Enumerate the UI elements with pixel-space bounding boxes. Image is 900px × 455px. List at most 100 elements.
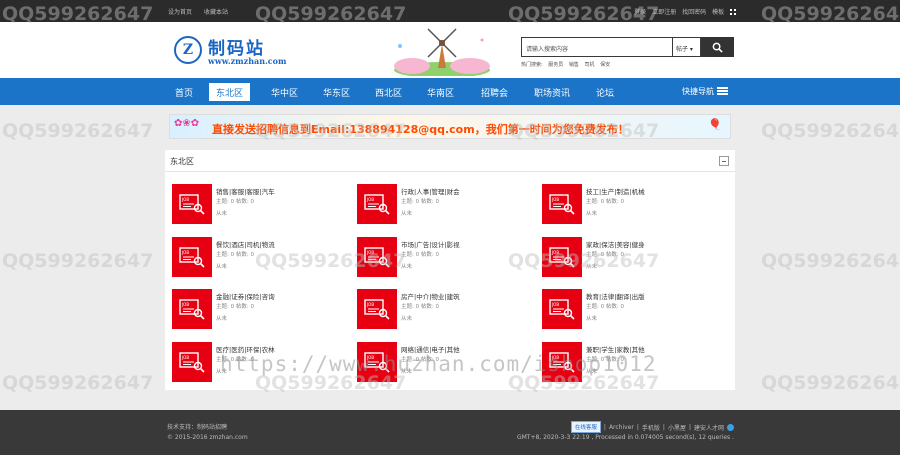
job-board-icon[interactable]: JOB [172,237,212,277]
search-button[interactable] [701,37,734,57]
forum-stats: 主题: 0 帖数: 0 [401,199,439,205]
forum-last-post: 从未 [586,264,598,270]
nav-item-job-fair[interactable]: 招聘会 [474,83,515,101]
promo-banner[interactable]: ✿❀✿ 直接发送招聘信息到Email:138894128@qq.com，我们第一… [169,114,731,139]
nav-item-northeast[interactable]: 东北区 [209,83,251,101]
forum-item[interactable]: JOB 技工|生产|制造|机械主题: 0 帖数: 0 从未 [542,184,717,224]
job-board-icon[interactable]: JOB [172,289,212,329]
hot-term[interactable]: 保安 [600,62,610,68]
forum-last-post: 从未 [586,211,598,217]
register-link[interactable]: 立即注册 [652,9,676,16]
job-board-icon[interactable]: JOB [542,289,582,329]
nav-item-home[interactable]: 首页 [168,83,200,101]
bookmark-link[interactable]: 收藏本站 [204,9,228,16]
forum-name[interactable]: 行政|人事|管理|财会 [401,186,460,196]
header: Z 制码站 www.zmzhan.com 请输入搜索内容 帖子 ▾ 热门搜索: … [0,22,900,78]
watermark-qq: QQ599262647 [2,120,154,142]
nav-item-forum[interactable]: 论坛 [589,83,621,101]
logo-url: www.zmzhan.com [208,56,287,66]
svg-text:JOB: JOB [366,197,374,202]
collapse-icon[interactable] [719,156,729,166]
watermark-qq: QQ599262647 [2,372,154,394]
forum-last-post: 从未 [216,211,228,217]
hot-term[interactable]: 销售 [569,62,579,68]
top-bar: 设为首页 收藏本站 登录 立即注册 找回密码 模板 [0,0,900,22]
panel-title[interactable]: 东北区 [170,156,194,167]
footer-tech: 技术支持：制码站招聘 [167,424,228,431]
job-board-icon[interactable]: JOB [542,237,582,277]
forum-name[interactable]: 销售|客服|客服|汽车 [216,186,275,196]
nav-item-east[interactable]: 华东区 [316,83,357,101]
forum-name[interactable]: 餐饮|酒店|司机|物流 [216,239,275,249]
search-bar: 请输入搜索内容 帖子 ▾ [521,37,734,57]
mobile-link[interactable]: 手机版 [642,423,660,432]
svg-text:JOB: JOB [366,302,374,307]
quick-nav-button[interactable]: 快捷导航 [682,86,728,97]
forum-stats: 主题: 0 帖数: 0 [586,252,624,258]
search-scope-label: 帖子 [676,46,689,53]
nav-item-central[interactable]: 华中区 [264,83,305,101]
forum-item[interactable]: JOB 教育|法律|翻译|出版 主题: 0 帖数: 0 从未 [542,289,717,329]
forum-stats: 主题: 0 帖数: 0 [216,252,254,258]
job-board-icon[interactable]: JOB [357,184,397,224]
search-icon [712,42,723,53]
forum-name[interactable]: 家政|保洁|美容|健身 [586,239,645,249]
forum-item[interactable]: JOB 金融|证券|保险|咨询主题: 0 帖数: 0 从未 [172,289,347,329]
forum-name[interactable]: 金融|证券|保险|咨询 [216,291,275,301]
nav-item-northwest[interactable]: 西北区 [368,83,409,101]
hot-searches: 热门搜索: 服务员 销售 司机 保安 [521,61,614,68]
site-logo[interactable]: Z 制码站 www.zmzhan.com [174,32,314,68]
job-board-icon[interactable]: JOB [542,184,582,224]
grid-icon[interactable] [730,9,736,15]
forum-item[interactable]: JOB 房产|中介|物业|建筑 主题: 0 帖数: 0 从未 [357,289,532,329]
set-homepage-link[interactable]: 设为首页 [168,9,192,16]
main-nav: 首页 东北区 华中区 华东区 西北区 华南区 招聘会 职场资讯 论坛 快捷导航 [0,78,900,105]
svg-text:JOB: JOB [181,302,189,307]
forum-stats: 主题: 0 帖数: 0 [586,304,624,310]
site-name-link[interactable]: 建安人才网 [694,423,724,432]
job-board-icon[interactable]: JOB [172,184,212,224]
watermark-qq: QQ599262647 [761,120,900,142]
login-link[interactable]: 登录 [634,9,646,16]
forum-item[interactable]: JOB 市场|广告|设计|影视 主题: 0 帖数: 0 从未 [357,237,532,277]
forum-last-post: 从未 [216,316,228,322]
banner-text: 直接发送招聘信息到Email:138894128@qq.com，我们第一时间为您… [212,123,629,136]
quick-nav-label: 快捷导航 [682,87,714,96]
footer: 技术支持：制码站招聘 © 2015-2016 zmzhan.com 在线客服 |… [0,410,900,455]
job-board-icon[interactable]: JOB [357,289,397,329]
forum-stats: 主题: 0 帖数: 0 [586,199,624,205]
archiver-link[interactable]: Archiver [609,424,634,431]
forum-item[interactable]: JOB 家政|保洁|美容|健身主题: 0 帖数: 0 从未 [542,237,717,277]
hot-term[interactable]: 服务员 [548,62,563,68]
forum-last-post: 从未 [401,264,413,270]
forum-item[interactable]: JOB 行政|人事|管理|财会主题: 0 帖数: 0 从未 [357,184,532,224]
forum-last-post: 从未 [401,211,413,217]
hot-term[interactable]: 司机 [585,62,595,68]
svg-text:JOB: JOB [551,302,559,307]
footer-copyright: © 2015-2016 zmzhan.com [167,434,248,441]
forum-name[interactable]: 技工|生产|制造|机械 [586,186,645,196]
forum-last-post: 从未 [216,264,228,270]
forum-item[interactable]: JOB 餐饮|酒店|司机|物流主题: 0 帖数: 0 从未 [172,237,347,277]
forum-stats: 主题: 0 帖数: 0 [216,304,254,310]
search-scope-select[interactable]: 帖子 ▾ [673,37,701,57]
template-link[interactable]: 模板 [712,9,724,16]
job-board-icon[interactable]: JOB [357,237,397,277]
globe-icon [727,423,734,431]
footer-processing-time: GMT+8, 2020-3-3 22:19 , Processed in 0.0… [516,434,734,441]
watermark-qq: QQ599262647 [761,372,900,394]
nav-item-career-news[interactable]: 职场资讯 [527,83,577,101]
forgot-password-link[interactable]: 找回密码 [682,9,706,16]
forum-item[interactable]: JOB 销售|客服|客服|汽车 主题: 0 帖数: 0 从未 [172,184,347,224]
forum-name[interactable]: 教育|法律|翻译|出版 [586,291,645,301]
search-input[interactable]: 请输入搜索内容 [521,37,673,57]
forum-name[interactable]: 市场|广告|设计|影视 [401,239,460,249]
svg-text:JOB: JOB [366,250,374,255]
job-board-icon[interactable]: JOB [172,342,212,382]
svg-text:JOB: JOB [551,250,559,255]
nav-item-south[interactable]: 华南区 [420,83,461,101]
blacklist-link[interactable]: 小黑屋 [668,423,686,432]
balloon-icon: 🎈 [708,118,722,131]
forum-name[interactable]: 房产|中介|物业|建筑 [401,291,460,301]
online-service-button[interactable]: 在线客服 [570,421,601,433]
